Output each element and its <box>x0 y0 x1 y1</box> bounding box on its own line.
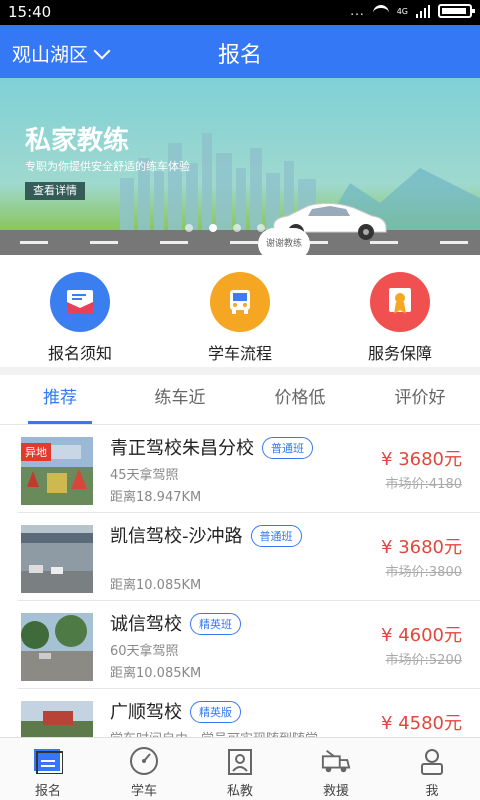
market-price: 市场价:5200 <box>385 653 462 668</box>
class-type-badge: 精英版 <box>190 701 241 723</box>
tab-low-price[interactable]: 价格低 <box>240 375 360 424</box>
class-type-badge: 普通班 <box>250 525 302 547</box>
school-name: 凯信驾校-沙冲路 普通班 <box>110 522 302 548</box>
network-type: 4G <box>396 6 408 16</box>
market-price: 市场价:4180 <box>385 477 462 492</box>
school-price: ¥ 3680元 <box>381 537 462 558</box>
school-info-line1: 60天拿驾照 <box>110 644 179 659</box>
school-distance: 距离18.947KM <box>110 490 202 505</box>
nav-label: 我 <box>425 784 439 799</box>
road-strip <box>0 230 480 255</box>
rescue-icon <box>321 746 351 776</box>
school-info-line1: 45天拿驾照 <box>110 468 179 483</box>
wifi-icon <box>372 5 389 17</box>
status-time: 15:40 <box>8 3 52 21</box>
carousel-indicator <box>185 224 265 232</box>
school-price: ¥ 3680元 <box>381 449 462 470</box>
carousel-dot-active[interactable] <box>209 224 217 232</box>
school-info-line1: 学车时间自由，学员可实现随到随学 <box>110 728 318 737</box>
carousel-dot[interactable] <box>233 224 241 232</box>
quick-links: 报名须知 学车流程 服务保障 <box>0 255 480 367</box>
school-price: ¥ 4580元 <box>381 713 462 734</box>
school-list: 异地 青正驾校朱昌分校 普通班 45天拿驾照 距离18.947KM ¥ 3680元… <box>0 425 480 737</box>
quick-signup-notice[interactable]: 报名须知 <box>0 255 160 367</box>
quick-learning-process[interactable]: 学车流程 <box>160 255 320 367</box>
market-price: 市场价:3800 <box>385 565 462 580</box>
speedometer-icon <box>129 746 159 776</box>
nav-label: 学车 <box>130 784 157 799</box>
notification-dots: ... <box>350 4 365 18</box>
banner-speech-bubble: 谢谢教练 <box>258 228 310 255</box>
remote-tag: 异地 <box>21 443 51 461</box>
school-distance: 距离10.085KM <box>110 666 202 681</box>
quick-label: 服务保障 <box>367 344 432 363</box>
school-distance: 距离10.085KM <box>110 578 202 593</box>
signup-icon <box>33 746 63 776</box>
battery-icon <box>438 4 475 18</box>
school-photo: 异地 <box>21 437 93 505</box>
bus-icon <box>210 272 270 332</box>
quick-label: 学车流程 <box>207 344 272 363</box>
coach-icon <box>225 746 255 776</box>
school-photo <box>21 525 93 593</box>
sort-tabs: 推荐 练车近 价格低 评价好 <box>0 375 480 425</box>
nav-label: 私教 <box>226 784 253 799</box>
nav-learn[interactable]: 学车 <box>96 738 192 800</box>
class-type-badge: 精英班 <box>190 613 241 635</box>
status-icons: ... 4G <box>350 4 475 18</box>
promo-banner[interactable]: 私家教练 专职为你提供安全舒适的练车体验 查看详情 谢谢教练 <box>0 78 480 255</box>
nav-profile[interactable]: 我 <box>384 738 480 800</box>
nav-label: 救援 <box>322 784 349 799</box>
nav-private-coach[interactable]: 私教 <box>192 738 288 800</box>
list-item[interactable]: 诚信驾校 精英班 60天拿驾照 距离10.085KM ¥ 4600元 市场价:52… <box>18 601 480 689</box>
school-name: 广顺驾校 精英版 <box>110 698 241 724</box>
school-name: 青正驾校朱昌分校 普通班 <box>110 434 313 460</box>
badge-icon <box>370 272 430 332</box>
envelope-icon <box>50 272 110 332</box>
school-photo <box>21 613 93 681</box>
status-bar: 15:40 ... 4G <box>0 0 480 25</box>
app-header: 观山湖区 报名 <box>0 25 480 78</box>
nav-label: 报名 <box>34 784 61 799</box>
quick-label: 报名须知 <box>47 344 112 363</box>
bottom-nav: 报名 学车 私教 救援 我 <box>0 737 480 800</box>
signal-icon <box>416 4 430 18</box>
list-item[interactable]: 广顺驾校精英版 学车时间自由，学员可实现随到随学 ¥ 4580元 <box>18 689 480 737</box>
school-name: 诚信驾校 精英班 <box>110 610 241 636</box>
tab-nearby[interactable]: 练车近 <box>120 375 240 424</box>
list-item[interactable]: 凯信驾校-沙冲路 普通班 距离10.085KM ¥ 3680元 市场价:3800 <box>18 513 480 601</box>
class-type-badge: 普通班 <box>262 437 313 459</box>
banner-subtitle: 专职为你提供安全舒适的练车体验 <box>25 160 190 173</box>
tab-recommended[interactable]: 推荐 <box>0 375 120 424</box>
carousel-dot[interactable] <box>185 224 193 232</box>
user-icon <box>417 746 447 776</box>
banner-detail-button[interactable]: 查看详情 <box>25 182 85 200</box>
banner-title: 私家教练 <box>25 126 130 156</box>
quick-service-guarantee[interactable]: 服务保障 <box>320 255 480 367</box>
nav-rescue[interactable]: 救援 <box>288 738 384 800</box>
tab-top-rated[interactable]: 评价好 <box>360 375 480 424</box>
carousel-dot[interactable] <box>257 224 265 232</box>
nav-signup[interactable]: 报名 <box>0 738 96 800</box>
page-title: 报名 <box>217 43 262 68</box>
list-item[interactable]: 异地 青正驾校朱昌分校 普通班 45天拿驾照 距离18.947KM ¥ 3680元… <box>18 425 480 513</box>
school-price: ¥ 4600元 <box>381 625 462 646</box>
school-photo <box>21 701 93 737</box>
